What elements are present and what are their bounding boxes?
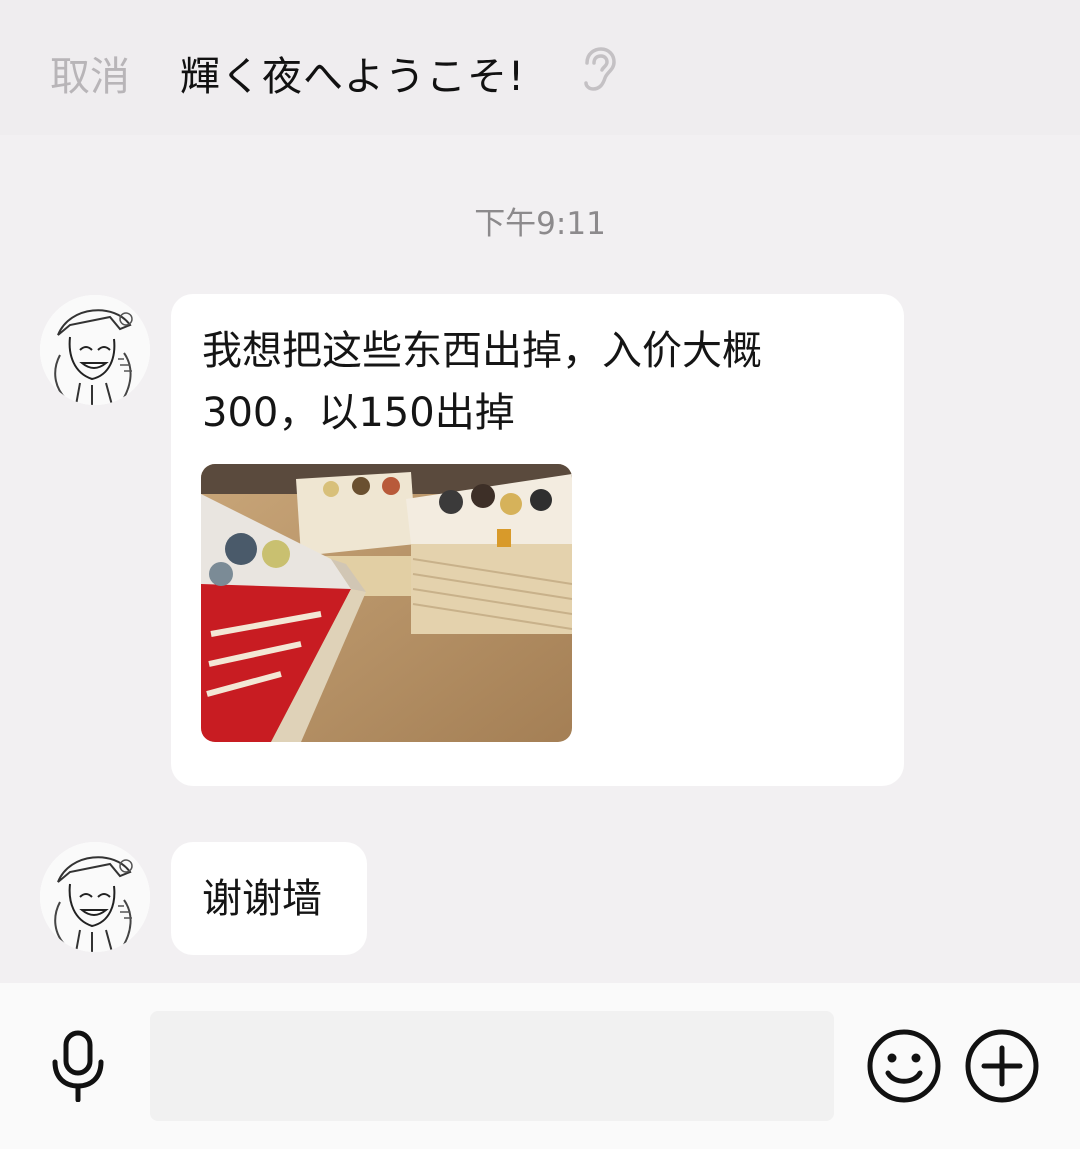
- message-input[interactable]: [150, 1011, 834, 1121]
- avatar[interactable]: [40, 842, 150, 952]
- chat-header: 取消 輝く夜へようこそ!: [0, 0, 1080, 135]
- avatar[interactable]: [40, 295, 150, 405]
- plus-icon[interactable]: [964, 1028, 1040, 1104]
- microphone-icon[interactable]: [48, 1030, 108, 1102]
- message-text: 我想把这些东西出掉，入价大概 300，以150出掉: [202, 320, 762, 444]
- message-line: 我想把这些东西出掉，入价大概: [202, 328, 762, 374]
- chat-title: 輝く夜へようこそ!: [180, 54, 526, 100]
- message-line: 300，以150出掉: [202, 390, 515, 436]
- message-timestamp: 下午9:11: [474, 206, 606, 242]
- message-text: 谢谢墙: [202, 876, 322, 922]
- cancel-button[interactable]: 取消: [50, 44, 130, 102]
- smiley-icon[interactable]: [866, 1028, 942, 1104]
- ear-icon[interactable]: [578, 46, 616, 92]
- message-image[interactable]: [201, 464, 572, 742]
